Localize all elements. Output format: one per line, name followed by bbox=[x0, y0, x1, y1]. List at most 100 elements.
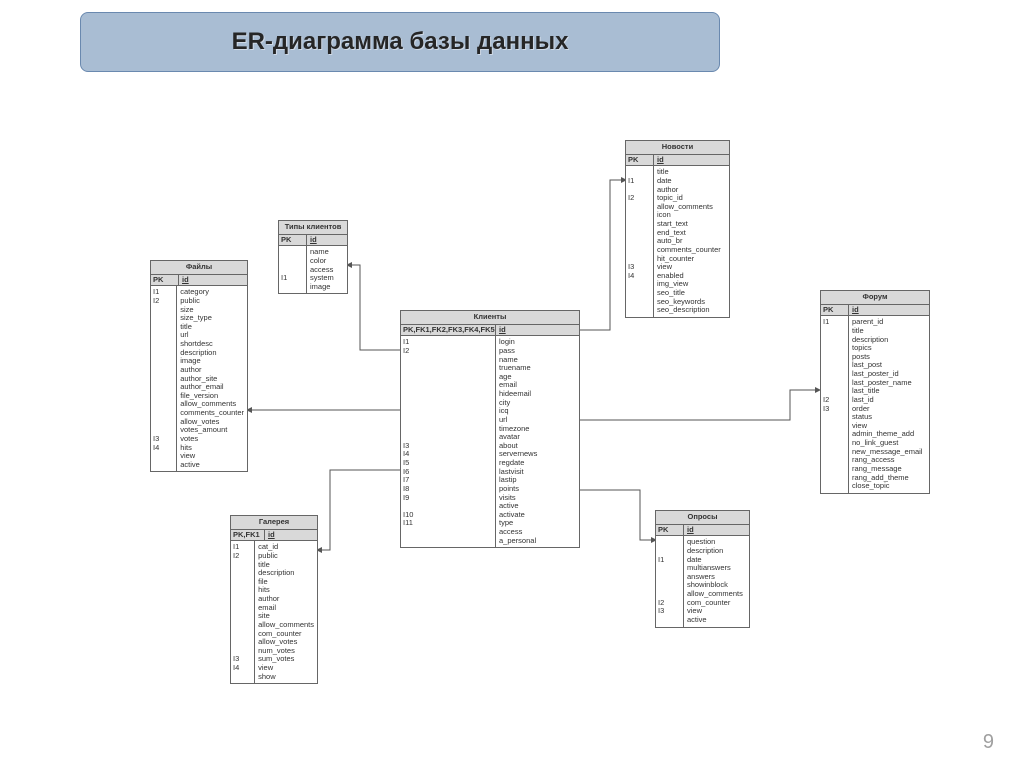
key-cell bbox=[628, 229, 651, 238]
key-cell: I9 bbox=[403, 494, 493, 503]
key-cell bbox=[233, 578, 252, 587]
field-cell: seo_description bbox=[657, 306, 726, 315]
key-cell: I10 bbox=[403, 511, 493, 520]
key-cell bbox=[153, 331, 174, 340]
key-cell bbox=[403, 537, 493, 546]
entity-title: Типы клиентов bbox=[279, 221, 347, 235]
entity-forum: Форум PK id I1 I2I3 parent_idtitledescri… bbox=[820, 290, 930, 494]
pk-label: PK bbox=[656, 525, 684, 536]
key-cell: I11 bbox=[403, 519, 493, 528]
field-column: namecoloraccesssystemimage bbox=[307, 246, 347, 293]
key-cell bbox=[628, 280, 651, 289]
key-cell bbox=[403, 407, 493, 416]
key-cell bbox=[403, 433, 493, 442]
key-cell: I3 bbox=[403, 442, 493, 451]
key-cell: I2 bbox=[628, 194, 651, 203]
key-cell bbox=[823, 379, 846, 388]
entity-polls: Опросы PK id I1 I2I3 questiondescription… bbox=[655, 510, 750, 628]
page-number: 9 bbox=[983, 731, 994, 754]
key-cell bbox=[403, 364, 493, 373]
key-cell bbox=[628, 237, 651, 246]
key-cell bbox=[153, 306, 174, 315]
key-column: I1I2 I3I4 bbox=[151, 286, 177, 471]
key-cell bbox=[823, 422, 846, 431]
field-column: loginpassnametruenameageemailhideemailci… bbox=[496, 336, 579, 547]
field-cell: show bbox=[258, 673, 314, 682]
key-cell bbox=[823, 370, 846, 379]
key-cell bbox=[658, 573, 681, 582]
pk-field: id bbox=[265, 530, 317, 541]
field-cell: image bbox=[310, 283, 344, 292]
key-cell bbox=[233, 561, 252, 570]
field-cell: hideemail bbox=[499, 390, 576, 399]
key-cell bbox=[628, 246, 651, 255]
key-cell bbox=[628, 289, 651, 298]
key-cell bbox=[153, 366, 174, 375]
key-cell: I8 bbox=[403, 485, 493, 494]
page-title: ER-диаграмма базы данных bbox=[232, 28, 569, 56]
key-cell bbox=[823, 361, 846, 370]
pk-field: id bbox=[849, 305, 929, 316]
key-cell bbox=[153, 383, 174, 392]
key-cell bbox=[823, 327, 846, 336]
key-cell bbox=[403, 390, 493, 399]
pk-label: PK bbox=[821, 305, 849, 316]
key-cell bbox=[153, 400, 174, 409]
key-cell bbox=[658, 616, 681, 625]
key-cell bbox=[823, 456, 846, 465]
key-cell: I2 bbox=[403, 347, 493, 356]
entity-files: Файлы PK id I1I2 I3I4 categorypublicsize… bbox=[150, 260, 248, 472]
key-cell bbox=[233, 586, 252, 595]
key-cell bbox=[403, 356, 493, 365]
key-cell bbox=[153, 392, 174, 401]
key-cell: I2 bbox=[233, 552, 252, 561]
field-cell: a_personal bbox=[499, 537, 576, 546]
field-cell: active bbox=[687, 616, 746, 625]
entity-client-types: Типы клиентов PK id I1 namecoloraccesssy… bbox=[278, 220, 348, 294]
key-cell: I2 bbox=[153, 297, 174, 306]
key-cell bbox=[281, 283, 304, 292]
key-cell bbox=[281, 248, 304, 257]
key-cell bbox=[658, 564, 681, 573]
key-cell bbox=[403, 373, 493, 382]
field-column: categorypublicsizesize_typetitleurlshort… bbox=[177, 286, 247, 471]
key-cell bbox=[823, 474, 846, 483]
key-cell: I3 bbox=[658, 607, 681, 616]
pk-field: id bbox=[684, 525, 749, 536]
key-cell bbox=[823, 413, 846, 422]
pk-label: PK,FK1 bbox=[231, 530, 265, 541]
key-cell: I1 bbox=[281, 274, 304, 283]
key-cell bbox=[153, 418, 174, 427]
key-cell bbox=[403, 502, 493, 511]
key-cell bbox=[403, 399, 493, 408]
key-cell bbox=[153, 340, 174, 349]
title-bar: ER-диаграмма базы данных bbox=[80, 12, 720, 72]
key-column: I1 I2I3 bbox=[821, 316, 849, 493]
key-cell bbox=[628, 220, 651, 229]
key-cell bbox=[233, 630, 252, 639]
key-cell: I5 bbox=[403, 459, 493, 468]
key-column: I1 I2 I3I4 bbox=[626, 166, 654, 317]
field-column: titledateauthortopic_idallow_commentsico… bbox=[654, 166, 729, 317]
key-cell bbox=[153, 452, 174, 461]
entity-gallery: Галерея PK,FK1 id I1I2 I3I4 cat_idpublic… bbox=[230, 515, 318, 684]
key-cell bbox=[658, 538, 681, 547]
pk-field: id bbox=[654, 155, 729, 166]
pk-field: id bbox=[496, 325, 579, 336]
key-cell bbox=[153, 357, 174, 366]
field-cell: icq bbox=[499, 407, 576, 416]
key-cell: I4 bbox=[628, 272, 651, 281]
key-cell bbox=[823, 336, 846, 345]
entity-title: Галерея bbox=[231, 516, 317, 530]
key-cell bbox=[403, 528, 493, 537]
key-cell bbox=[823, 448, 846, 457]
key-cell: I4 bbox=[233, 664, 252, 673]
key-cell: I7 bbox=[403, 476, 493, 485]
key-cell bbox=[233, 569, 252, 578]
key-cell bbox=[658, 581, 681, 590]
key-cell bbox=[153, 314, 174, 323]
key-cell bbox=[153, 409, 174, 418]
key-cell bbox=[628, 211, 651, 220]
pk-field: id bbox=[179, 275, 247, 286]
key-cell: I4 bbox=[153, 444, 174, 453]
